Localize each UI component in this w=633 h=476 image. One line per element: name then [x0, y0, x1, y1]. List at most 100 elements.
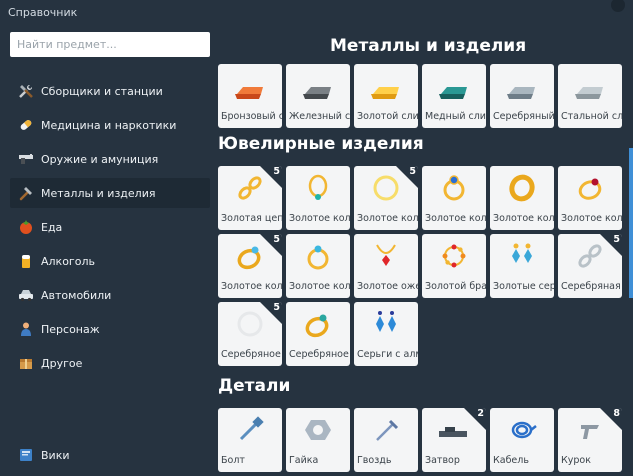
item-tile[interactable]: Бронзовый слиток [218, 64, 282, 128]
sidebar-item-alcohol[interactable]: Алкоголь [10, 246, 210, 276]
item-tile[interactable]: Серьги с алмазами [354, 302, 418, 366]
close-button[interactable] [611, 0, 625, 12]
bronze-ingot-icon [235, 87, 263, 99]
cable-icon [511, 421, 537, 439]
item-tile[interactable]: Золотой браслет [422, 234, 486, 298]
item-label: Курок [561, 455, 591, 466]
gold-ingot-icon [371, 87, 399, 99]
item-count-badge: 5 [409, 166, 416, 177]
sidebar-item-label: Сборщики и станции [41, 84, 163, 98]
item-count-badge: 5 [273, 234, 280, 245]
gold-ruby-ring-icon [578, 178, 602, 200]
item-label: Серьги с алмазами [357, 349, 418, 360]
sidebar-item-character[interactable]: Персонаж [10, 314, 210, 344]
silver-ingot-icon [507, 87, 535, 99]
item-catalog: Металлы и изделия Бронзовый слиток Желез… [216, 28, 633, 476]
nail-icon [376, 419, 399, 441]
item-tile[interactable]: 8 Курок [558, 408, 622, 472]
sidebar-item-medicine[interactable]: Медицина и наркотики [10, 110, 210, 140]
item-count-badge: 2 [477, 408, 484, 419]
item-tile[interactable]: Гайка [286, 408, 350, 472]
gold-bracelet-icon [442, 244, 466, 268]
sidebar-item-label: Медицина и наркотики [41, 118, 177, 132]
item-count-badge: 5 [613, 234, 620, 245]
item-label: Золотые серьги [493, 281, 554, 292]
item-label: Гайка [289, 455, 319, 466]
item-tile[interactable]: Золотое кольцо с рубином [558, 166, 622, 230]
gold-earrings-icon [512, 243, 532, 263]
item-tile[interactable]: Серебряный слиток [490, 64, 554, 128]
section-title-metals: Металлы и изделия [330, 36, 527, 56]
sidebar-item-other[interactable]: Другое [10, 348, 210, 378]
item-tile[interactable]: Золотое кольцо с топазом [286, 234, 350, 298]
person-icon [17, 320, 35, 338]
item-label: Серебряный слиток [493, 111, 554, 122]
copper-ingot-icon [439, 87, 467, 99]
item-label: Серебряное кольцо [221, 349, 282, 360]
nut-icon [305, 420, 331, 440]
item-tile[interactable]: Золотое ожерелье [354, 234, 418, 298]
title-bar: Справочник [0, 0, 633, 28]
item-tile[interactable]: Серебряное кольцо [286, 302, 350, 366]
item-tile[interactable]: Гвоздь [354, 408, 418, 472]
gold-topaz-ring-icon [307, 245, 329, 270]
item-tile[interactable]: 5 Золотая цепь [218, 166, 282, 230]
item-tile[interactable]: Железный слиток [286, 64, 350, 128]
diamond-earrings-icon [376, 311, 396, 332]
item-label: Золотое кольцо с рубином [561, 213, 622, 224]
beer-icon [17, 252, 35, 270]
sidebar-item-label: Вики [41, 448, 70, 462]
gold-sapphire-ring-icon [443, 175, 465, 201]
gold-band-icon [509, 174, 535, 202]
item-label: Золотое кольцо [493, 213, 554, 224]
item-label: Золотое кольцо [357, 213, 418, 224]
steel-ingot-icon [575, 87, 603, 99]
item-label: Медный слиток [425, 111, 486, 122]
item-label: Золотое кольцо с топазом [289, 281, 350, 292]
scrollbar-thumb[interactable] [629, 148, 633, 298]
sidebar-item-metals[interactable]: Металлы и изделия [10, 178, 210, 208]
item-tile[interactable]: 5 Серебряная цепь [558, 234, 622, 298]
window-title: Справочник [8, 6, 78, 19]
item-label: Затвор [425, 455, 460, 466]
sidebar-item-stations[interactable]: Сборщики и станции [10, 76, 210, 106]
tools-icon [17, 82, 35, 100]
item-tile[interactable]: Стальной слиток [558, 64, 622, 128]
item-tile[interactable]: Болт [218, 408, 282, 472]
item-tile[interactable]: Золотое колье [286, 166, 350, 230]
item-tile[interactable]: Золотой слиток [354, 64, 418, 128]
iron-ingot-icon [303, 87, 331, 99]
bolt-icon [239, 416, 264, 441]
item-tile[interactable]: Медный слиток [422, 64, 486, 128]
item-tile[interactable]: Золотое кольцо с сапфиром [422, 166, 486, 230]
search-input[interactable] [10, 32, 210, 57]
sidebar-item-wiki[interactable]: Вики [10, 440, 210, 470]
item-label: Серебряная цепь [561, 281, 622, 292]
sidebar-item-food[interactable]: Еда [10, 212, 210, 242]
item-label: Золотой браслет [425, 281, 486, 292]
item-label: Золотой слиток [357, 111, 418, 122]
item-label: Кабель [493, 455, 529, 466]
item-label: Золотое колье [289, 213, 350, 224]
item-tile[interactable]: Кабель [490, 408, 554, 472]
sidebar-item-weapons[interactable]: Оружие и амуниция [10, 144, 210, 174]
item-tile[interactable]: 5 Серебряное кольцо [218, 302, 282, 366]
sidebar: Сборщики и станции Медицина и наркотики … [0, 28, 216, 476]
item-count-badge: 5 [273, 166, 280, 177]
item-label: Золотая цепь [221, 213, 282, 224]
item-tile[interactable]: Золотые серьги [490, 234, 554, 298]
sidebar-item-cars[interactable]: Автомобили [10, 280, 210, 310]
sidebar-item-label: Еда [41, 220, 63, 234]
item-label: Серебряное кольцо [289, 349, 350, 360]
item-tile[interactable]: Золотое кольцо [490, 166, 554, 230]
item-label: Золотое ожерелье [357, 281, 418, 292]
item-tile[interactable]: 2 Затвор [422, 408, 486, 472]
item-tile[interactable]: 5 Золотое кольцо [354, 166, 418, 230]
tomato-icon [17, 218, 35, 236]
item-label: Бронзовый слиток [221, 111, 282, 122]
car-icon [17, 286, 35, 304]
sidebar-item-label: Оружие и амуниция [41, 152, 159, 166]
item-tile[interactable]: 5 Золотое кольцо с бриллиантом [218, 234, 282, 298]
item-label: Стальной слиток [561, 111, 622, 122]
pill-icon [17, 116, 35, 134]
